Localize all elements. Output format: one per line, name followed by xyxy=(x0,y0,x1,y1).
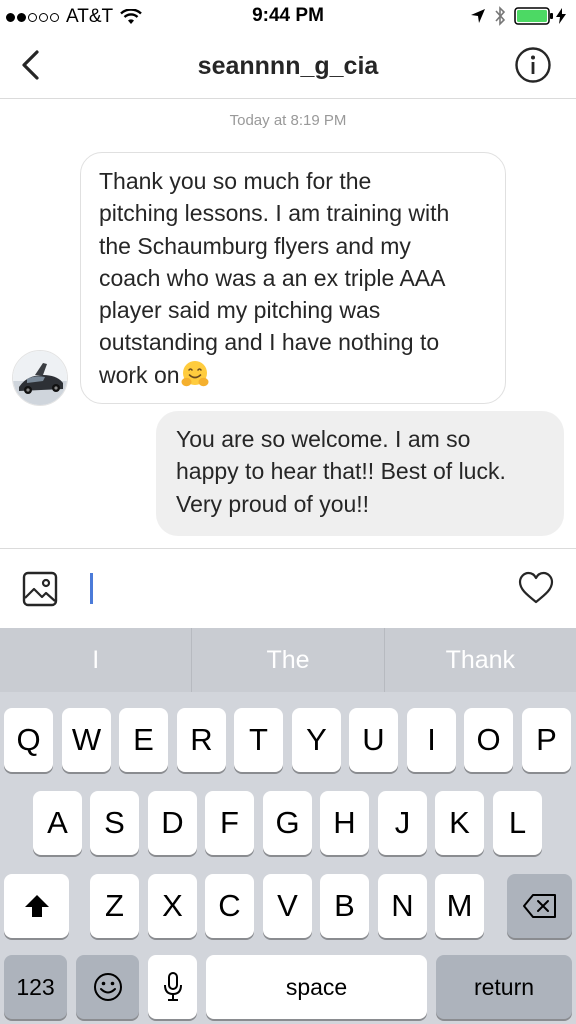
key-l[interactable]: L xyxy=(493,791,542,855)
key-h[interactable]: H xyxy=(320,791,369,855)
message-line: happy to hear that!! Best of luck. xyxy=(176,458,506,485)
status-bar: AT&T 9:44 PM xyxy=(0,0,576,32)
info-icon[interactable] xyxy=(514,46,552,84)
bluetooth-icon xyxy=(495,6,506,26)
hugging-face-emoji xyxy=(181,360,209,386)
heart-icon[interactable] xyxy=(518,571,554,605)
key-q[interactable]: Q xyxy=(4,708,53,772)
key-u[interactable]: U xyxy=(349,708,398,772)
message-composer xyxy=(0,548,576,628)
conversation-header: seannnn_g_cia xyxy=(0,32,576,99)
status-icons xyxy=(470,6,566,26)
key-t[interactable]: T xyxy=(234,708,283,772)
message-timestamp: Today at 8:19 PM xyxy=(229,112,347,129)
conversation-title: seannnn_g_cia xyxy=(197,52,379,80)
incoming-message[interactable]: Thank you so much for the pitching lesso… xyxy=(80,152,506,404)
message-input[interactable] xyxy=(84,565,484,611)
key-x[interactable]: X xyxy=(148,874,197,938)
shift-key[interactable] xyxy=(4,874,69,938)
key-f[interactable]: F xyxy=(205,791,254,855)
key-i[interactable]: I xyxy=(407,708,456,772)
message-line-last: work on xyxy=(99,359,489,391)
message-line: Thank you so much for the xyxy=(99,168,372,194)
key-o[interactable]: O xyxy=(464,708,513,772)
dictation-key[interactable] xyxy=(148,955,197,1019)
key-m[interactable]: M xyxy=(435,874,484,938)
space-key[interactable]: space xyxy=(206,955,427,1019)
predictive-bar: I The Thank xyxy=(0,628,576,692)
message-line: outstanding and I have nothing to xyxy=(99,329,440,356)
key-r[interactable]: R xyxy=(177,708,226,772)
message-line: pitching lessons. I am training with xyxy=(99,200,450,227)
key-s[interactable]: S xyxy=(90,791,139,855)
battery-icon xyxy=(514,7,553,25)
text-cursor xyxy=(90,573,93,604)
key-v[interactable]: V xyxy=(263,874,312,938)
backspace-icon xyxy=(522,894,556,918)
message-line: coach who was a an ex triple AAA xyxy=(99,264,446,291)
key-p[interactable]: P xyxy=(522,708,571,772)
message-line: work on xyxy=(99,361,180,388)
key-w[interactable]: W xyxy=(62,708,111,772)
key-c[interactable]: C xyxy=(205,874,254,938)
key-b[interactable]: B xyxy=(320,874,369,938)
emoji-key[interactable] xyxy=(76,955,139,1019)
chevron-left-icon[interactable] xyxy=(16,46,48,84)
prediction-suggestion[interactable]: The xyxy=(191,628,383,692)
keyboard: I The Thank Q W E R T Y U I O P A S D F … xyxy=(0,628,576,1024)
image-gallery-icon[interactable] xyxy=(22,571,58,607)
key-j[interactable]: J xyxy=(378,791,427,855)
key-d[interactable]: D xyxy=(148,791,197,855)
message-line: player said my pitching was xyxy=(99,297,381,324)
numbers-key[interactable]: 123 xyxy=(4,955,67,1019)
key-a[interactable]: A xyxy=(33,791,82,855)
message-line: the Schaumburg flyers and my xyxy=(99,232,411,259)
key-k[interactable]: K xyxy=(435,791,484,855)
shift-arrow-icon xyxy=(24,895,49,917)
car-photo xyxy=(13,351,67,405)
outgoing-message[interactable]: You are so welcome. I am so happy to hea… xyxy=(156,411,564,536)
smiley-icon xyxy=(93,973,122,1001)
microphone-icon xyxy=(163,972,182,1001)
location-arrow-icon xyxy=(471,9,485,23)
prediction-suggestion[interactable]: Thank xyxy=(383,628,576,692)
key-n[interactable]: N xyxy=(378,874,427,938)
key-y[interactable]: Y xyxy=(292,708,341,772)
key-g[interactable]: G xyxy=(263,791,312,855)
avatar[interactable] xyxy=(12,350,68,406)
prediction-suggestion[interactable]: I xyxy=(0,628,191,692)
message-line: Very proud of you!! xyxy=(176,490,370,517)
key-z[interactable]: Z xyxy=(90,874,139,938)
charging-bolt-icon xyxy=(556,8,566,24)
delete-key[interactable] xyxy=(507,874,572,938)
key-e[interactable]: E xyxy=(119,708,168,772)
return-key[interactable]: return xyxy=(436,955,572,1019)
message-line: You are so welcome. I am so xyxy=(176,426,471,452)
